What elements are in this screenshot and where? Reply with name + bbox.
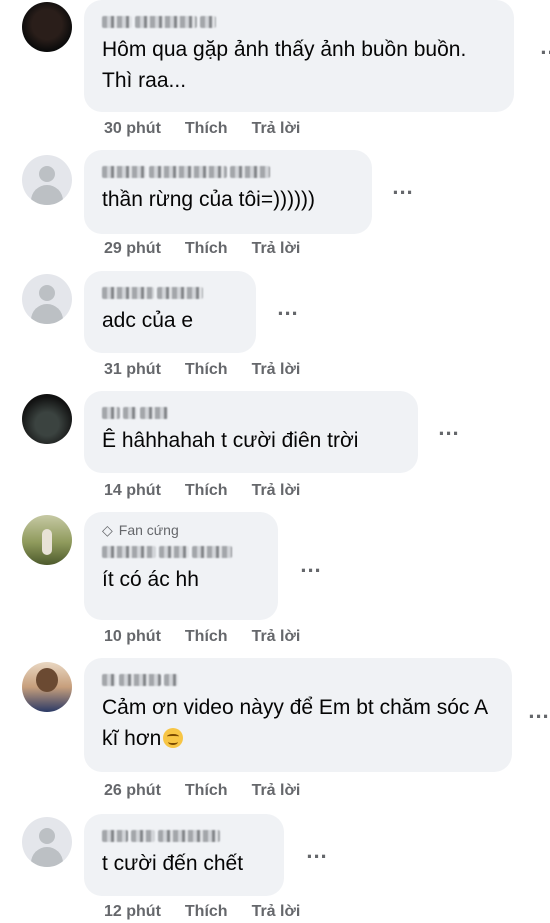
comment-time[interactable]: 30 phút bbox=[104, 120, 161, 138]
comment-time[interactable]: 31 phút bbox=[104, 361, 161, 379]
author-name-blurred[interactable] bbox=[102, 824, 266, 846]
comment-time[interactable]: 12 phút bbox=[104, 903, 161, 921]
like-button[interactable]: Thích bbox=[185, 482, 228, 500]
comment-text: ít có ác hh bbox=[102, 568, 199, 591]
reply-button[interactable]: Trả lời bbox=[252, 482, 301, 500]
comment-text: thần rừng của tôi=)))))) bbox=[102, 188, 316, 211]
comment-time[interactable]: 14 phút bbox=[104, 482, 161, 500]
comment-text: Cảm ơn video nàyy để Em bt chăm sóc A kĩ… bbox=[102, 696, 493, 750]
author-name-blurred[interactable] bbox=[102, 10, 496, 32]
avatar[interactable] bbox=[22, 515, 72, 565]
like-button[interactable]: Thích bbox=[185, 120, 228, 138]
author-name-blurred[interactable] bbox=[102, 281, 238, 303]
comment-bubble[interactable]: t cười đến chết bbox=[84, 814, 284, 896]
comment-text: Hôm qua gặp ảnh thấy ảnh buồn buồn. Thì … bbox=[102, 38, 472, 92]
comment-bubble[interactable]: Ê hâhhahah t cười điên trời bbox=[84, 391, 418, 473]
avatar[interactable] bbox=[22, 817, 72, 867]
more-options-icon[interactable]: ... bbox=[524, 700, 550, 728]
more-options-icon[interactable]: ... bbox=[434, 417, 464, 445]
avatar[interactable] bbox=[22, 2, 72, 52]
like-button[interactable]: Thích bbox=[185, 782, 228, 800]
comment-actions: 10 phút Thích Trả lời bbox=[104, 628, 300, 646]
author-name-blurred[interactable] bbox=[102, 160, 354, 182]
more-options-icon[interactable]: ... bbox=[296, 554, 326, 582]
reply-button[interactable]: Trả lời bbox=[252, 240, 301, 258]
reply-button[interactable]: Trả lời bbox=[252, 782, 301, 800]
default-avatar-icon bbox=[39, 285, 55, 301]
more-options-icon[interactable]: ... bbox=[388, 176, 418, 204]
reply-button[interactable]: Trả lời bbox=[252, 903, 301, 921]
like-button[interactable]: Thích bbox=[185, 903, 228, 921]
comment-text: adc của e bbox=[102, 309, 194, 332]
comment-bubble[interactable]: Hôm qua gặp ảnh thấy ảnh buồn buồn. Thì … bbox=[84, 0, 514, 112]
like-button[interactable]: Thích bbox=[185, 628, 228, 646]
reply-button[interactable]: Trả lời bbox=[252, 120, 301, 138]
comment-bubble[interactable]: ◇ Fan cứng ít có ác hh bbox=[84, 512, 278, 620]
comment-bubble[interactable]: Cảm ơn video nàyy để Em bt chăm sóc A kĩ… bbox=[84, 658, 512, 772]
comment-bubble[interactable]: thần rừng của tôi=)))))) bbox=[84, 150, 372, 234]
comment-bubble[interactable]: adc của e bbox=[84, 271, 256, 353]
relieved-face-emoji-icon bbox=[163, 728, 184, 748]
avatar[interactable] bbox=[22, 394, 72, 444]
default-avatar-icon bbox=[39, 828, 55, 844]
comment-text: Ê hâhhahah t cười điên trời bbox=[102, 429, 359, 452]
badge-label: Fan cứng bbox=[118, 522, 179, 538]
top-fan-badge: ◇ Fan cứng bbox=[102, 520, 260, 540]
comment-text: t cười đến chết bbox=[102, 852, 244, 875]
author-name-blurred[interactable] bbox=[102, 540, 260, 562]
comment-actions: 26 phút Thích Trả lời bbox=[104, 782, 300, 800]
avatar[interactable] bbox=[22, 155, 72, 205]
comment-actions: 30 phút Thích Trả lời bbox=[104, 120, 300, 138]
comment-time[interactable]: 10 phút bbox=[104, 628, 161, 646]
comment-actions: 31 phút Thích Trả lời bbox=[104, 361, 300, 379]
comment-actions: 29 phút Thích Trả lời bbox=[104, 240, 300, 258]
comment-time[interactable]: 29 phút bbox=[104, 240, 161, 258]
more-options-icon[interactable]: ... bbox=[536, 36, 550, 64]
comment-actions: 14 phút Thích Trả lời bbox=[104, 482, 300, 500]
comment-time[interactable]: 26 phút bbox=[104, 782, 161, 800]
diamond-icon: ◇ bbox=[102, 522, 113, 538]
like-button[interactable]: Thích bbox=[185, 240, 228, 258]
avatar[interactable] bbox=[22, 662, 72, 712]
like-button[interactable]: Thích bbox=[185, 361, 228, 379]
comment-actions: 12 phút Thích Trả lời bbox=[104, 903, 300, 921]
default-avatar-icon bbox=[39, 166, 55, 182]
avatar[interactable] bbox=[22, 274, 72, 324]
more-options-icon[interactable]: ... bbox=[273, 297, 303, 325]
more-options-icon[interactable]: ... bbox=[302, 840, 332, 868]
author-name-blurred[interactable] bbox=[102, 401, 400, 423]
reply-button[interactable]: Trả lời bbox=[252, 361, 301, 379]
reply-button[interactable]: Trả lời bbox=[252, 628, 301, 646]
author-name-blurred[interactable] bbox=[102, 668, 494, 690]
